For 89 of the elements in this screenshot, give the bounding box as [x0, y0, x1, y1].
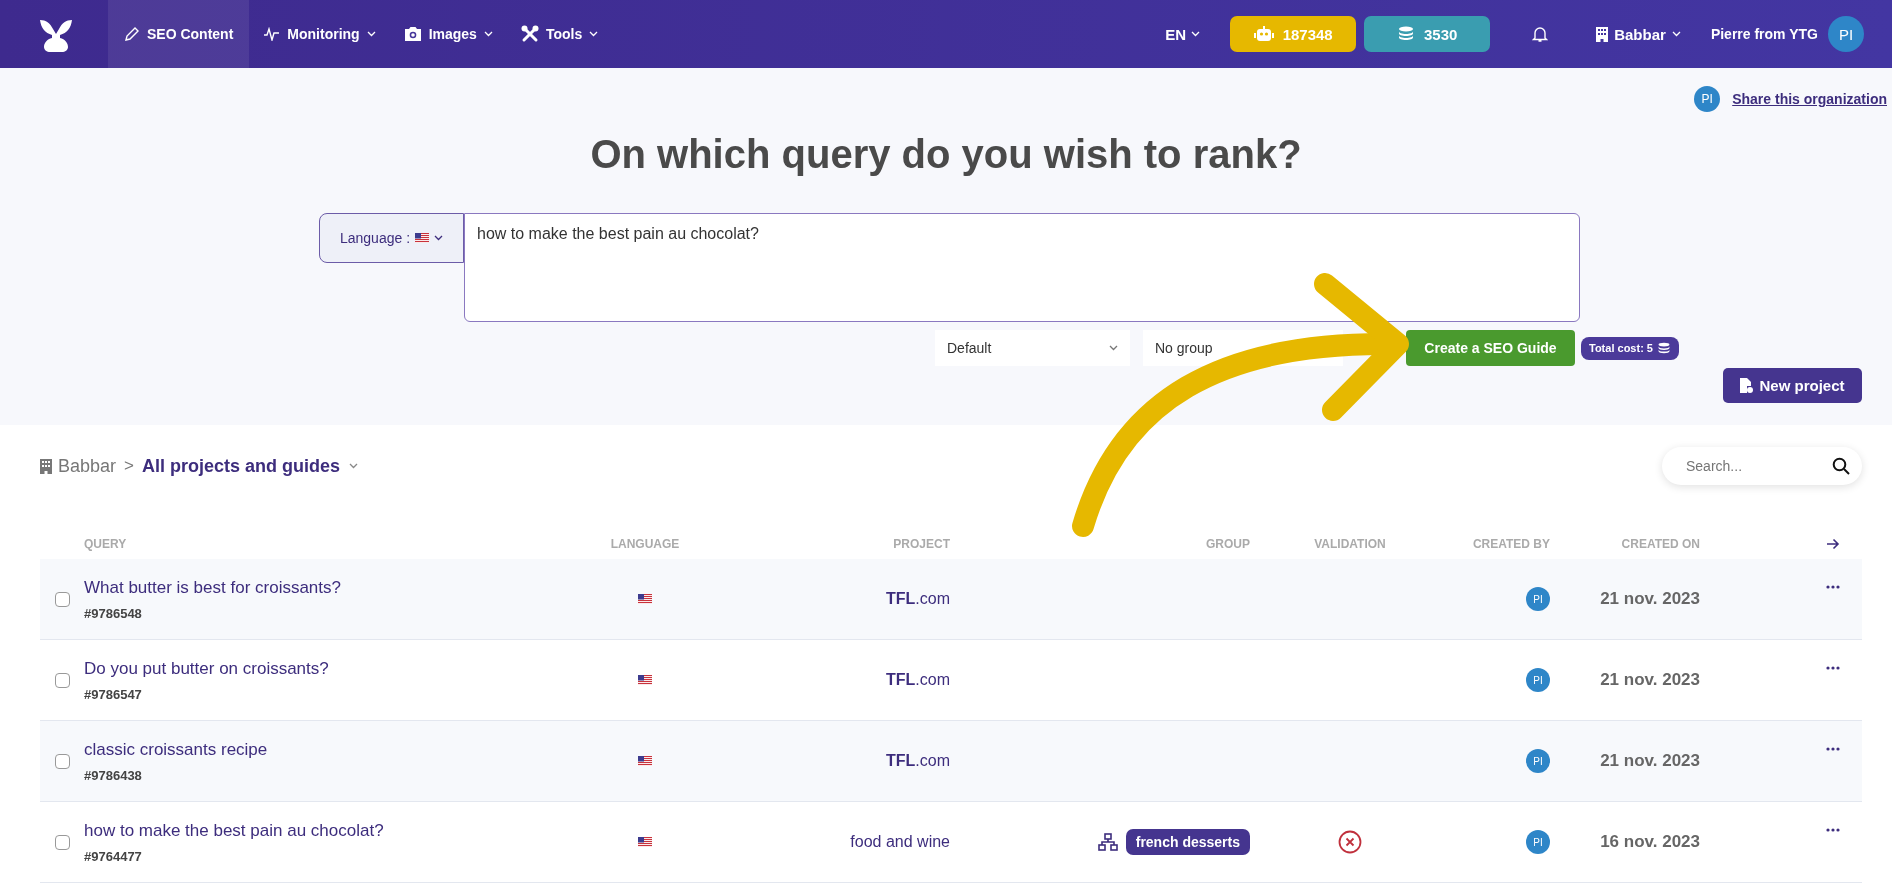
project-name: TFL.com — [886, 752, 950, 770]
column-header: GROUP — [1205, 537, 1250, 551]
nav-tab[interactable]: Tools — [506, 0, 613, 68]
us-flag-icon — [638, 675, 652, 685]
caret-icon — [434, 235, 444, 241]
project-filter[interactable]: All projects and guides — [142, 455, 359, 477]
more-icon[interactable] — [1826, 828, 1840, 832]
column-header: QUERY — [84, 537, 128, 551]
new-project-button[interactable]: New project — [1723, 368, 1862, 403]
pencil-icon — [124, 26, 140, 42]
breadcrumb-separator: > — [124, 456, 134, 476]
query-link[interactable]: Do you put butter on croissants? — [84, 658, 329, 679]
created-date: 16 nov. 2023 — [1599, 832, 1700, 852]
table-row[interactable]: how to make the best pain au chocolat? #9764477 food and wine french desserts PI 16 nov. 2023 — [40, 802, 1862, 883]
caret-icon — [1191, 31, 1201, 37]
query-id: #9786548 — [84, 605, 142, 621]
column-header: LANGUAGE — [609, 537, 681, 551]
pulse-icon — [263, 27, 281, 41]
sitemap-icon — [1097, 833, 1118, 851]
user-avatar[interactable]: PI — [1828, 16, 1864, 52]
file-icon — [1740, 378, 1754, 393]
credit-badge: 3530 — [1364, 16, 1491, 52]
caret-icon — [1109, 345, 1118, 351]
coins-icon — [1397, 26, 1415, 42]
breadcrumb-link[interactable]: Babbar — [58, 455, 117, 477]
robot-icon — [1253, 26, 1274, 42]
language-select[interactable]: Language : — [319, 213, 464, 263]
page-heading: On which query do you wish to rank? — [589, 132, 1303, 177]
mode-select[interactable]: Default — [935, 330, 1130, 366]
created-date: 21 nov. 2023 — [1599, 751, 1700, 771]
caret-icon — [1671, 31, 1681, 37]
share-link[interactable]: Share this organization — [1732, 91, 1887, 107]
camera-icon — [403, 26, 422, 42]
search-icon — [1832, 457, 1850, 475]
caret-icon — [483, 31, 493, 37]
nav-tab[interactable]: Images — [389, 0, 507, 68]
created-date: 21 nov. 2023 — [1599, 589, 1700, 609]
query-link[interactable]: how to make the best pain au chocolat? — [84, 820, 384, 841]
language-menu[interactable]: EN — [1159, 24, 1207, 44]
query-field[interactable]: how to make the best pain au chocolat? — [464, 213, 1580, 322]
query-id: #9786547 — [84, 686, 142, 702]
us-flag-icon — [415, 233, 430, 243]
column-header: CREATED ON — [1620, 537, 1700, 551]
tools-icon — [520, 25, 539, 43]
created-date: 21 nov. 2023 — [1599, 670, 1700, 690]
user-avatar: PI — [1526, 668, 1550, 692]
row-checkbox[interactable] — [54, 672, 70, 688]
query-id: #9764477 — [84, 848, 142, 864]
nav-tab[interactable]: Monitoring — [249, 0, 390, 68]
query-id: #9786438 — [84, 767, 142, 783]
cost-badge: Total cost: 5 — [1581, 336, 1679, 360]
user-avatar: PI — [1526, 830, 1550, 854]
row-checkbox[interactable] — [54, 834, 70, 850]
project-name: food and wine — [850, 833, 950, 851]
user-avatar: PI — [1526, 749, 1550, 773]
nav-tab[interactable]: SEO Content — [108, 0, 250, 68]
row-checkbox[interactable] — [54, 591, 70, 607]
user-avatar: PI — [1526, 587, 1550, 611]
us-flag-icon — [638, 837, 652, 847]
query-link[interactable]: classic croissants recipe — [84, 739, 268, 760]
us-flag-icon — [638, 756, 652, 766]
column-header: VALIDATION — [1313, 537, 1387, 551]
credit-badge: 187348 — [1230, 16, 1357, 52]
column-header: CREATED BY — [1471, 537, 1550, 551]
table-row[interactable]: What butter is best for croissants? #9786548 TFL.com PI 21 nov. 2023 — [40, 559, 1862, 640]
arrow-right-icon[interactable] — [1826, 538, 1840, 550]
caret-icon — [349, 463, 359, 469]
building-icon — [40, 458, 52, 474]
search-field[interactable]: Search... — [1662, 447, 1862, 485]
create-guide-button[interactable]: Create a SEO Guide — [1406, 330, 1575, 366]
user-name: Pierre from YTG — [1710, 26, 1818, 42]
user-avatar: PI — [1694, 86, 1721, 112]
row-checkbox[interactable] — [54, 753, 70, 769]
more-icon[interactable] — [1826, 585, 1840, 589]
building-icon — [1596, 26, 1609, 42]
coins-icon — [1657, 341, 1671, 355]
caret-icon — [589, 31, 599, 37]
group-tag[interactable]: french desserts — [1125, 829, 1250, 855]
us-flag-icon — [638, 594, 652, 604]
more-icon[interactable] — [1826, 747, 1840, 751]
more-icon[interactable] — [1826, 666, 1840, 670]
caret-icon — [366, 31, 376, 37]
organization-menu[interactable]: Babbar — [1590, 24, 1687, 44]
bell-icon[interactable] — [1532, 25, 1549, 43]
project-name: TFL.com — [886, 671, 950, 689]
table-row[interactable]: classic croissants recipe #9786438 TFL.com PI 21 nov. 2023 — [40, 721, 1862, 802]
project-name: TFL.com — [886, 590, 950, 608]
query-link[interactable]: What butter is best for croissants? — [84, 577, 341, 598]
column-header: PROJECT — [892, 537, 950, 551]
